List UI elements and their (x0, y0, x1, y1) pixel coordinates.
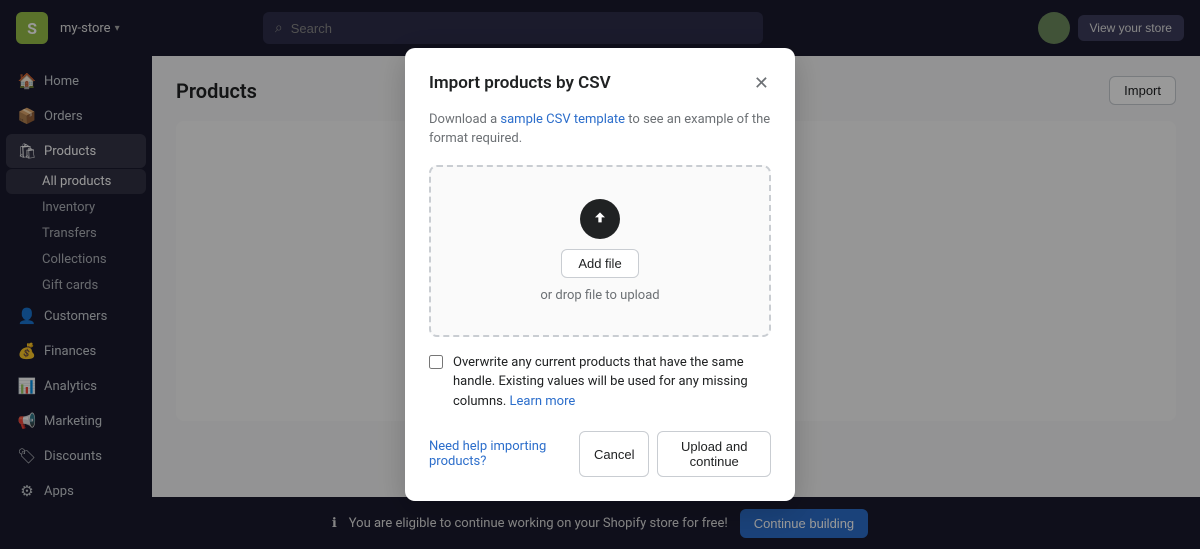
upload-icon (580, 199, 620, 239)
overwrite-label: Overwrite any current products that have… (453, 353, 771, 412)
overwrite-checkbox-row: Overwrite any current products that have… (429, 353, 771, 412)
modal-actions: Cancel Upload and continue (579, 431, 771, 477)
layout: 🏠 Home 📦 Orders 🛍 Products All products … (0, 56, 1200, 497)
help-link[interactable]: Need help importing products? (429, 439, 579, 469)
overwrite-checkbox[interactable] (429, 355, 443, 369)
modal-title: Import products by CSV (429, 73, 611, 93)
cancel-button[interactable]: Cancel (579, 431, 649, 477)
add-file-button[interactable]: Add file (561, 249, 638, 278)
main-content: Products Import Import products by CSV ✕… (152, 56, 1200, 497)
upload-continue-button[interactable]: Upload and continue (657, 431, 771, 477)
upload-arrow-icon (590, 209, 610, 229)
learn-more-link[interactable]: Learn more (510, 394, 576, 409)
modal-overlay: Import products by CSV ✕ Download a samp… (152, 56, 1200, 497)
sample-csv-link[interactable]: sample CSV template (500, 112, 625, 127)
upload-area[interactable]: Add file or drop file to upload (429, 165, 771, 337)
modal-description: Download a sample CSV template to see an… (429, 110, 771, 149)
modal-footer: Need help importing products? Cancel Upl… (429, 431, 771, 477)
drop-text: or drop file to upload (540, 288, 659, 303)
import-modal: Import products by CSV ✕ Download a samp… (405, 56, 795, 497)
modal-close-button[interactable]: ✕ (752, 72, 771, 94)
modal-header: Import products by CSV ✕ (429, 72, 771, 94)
